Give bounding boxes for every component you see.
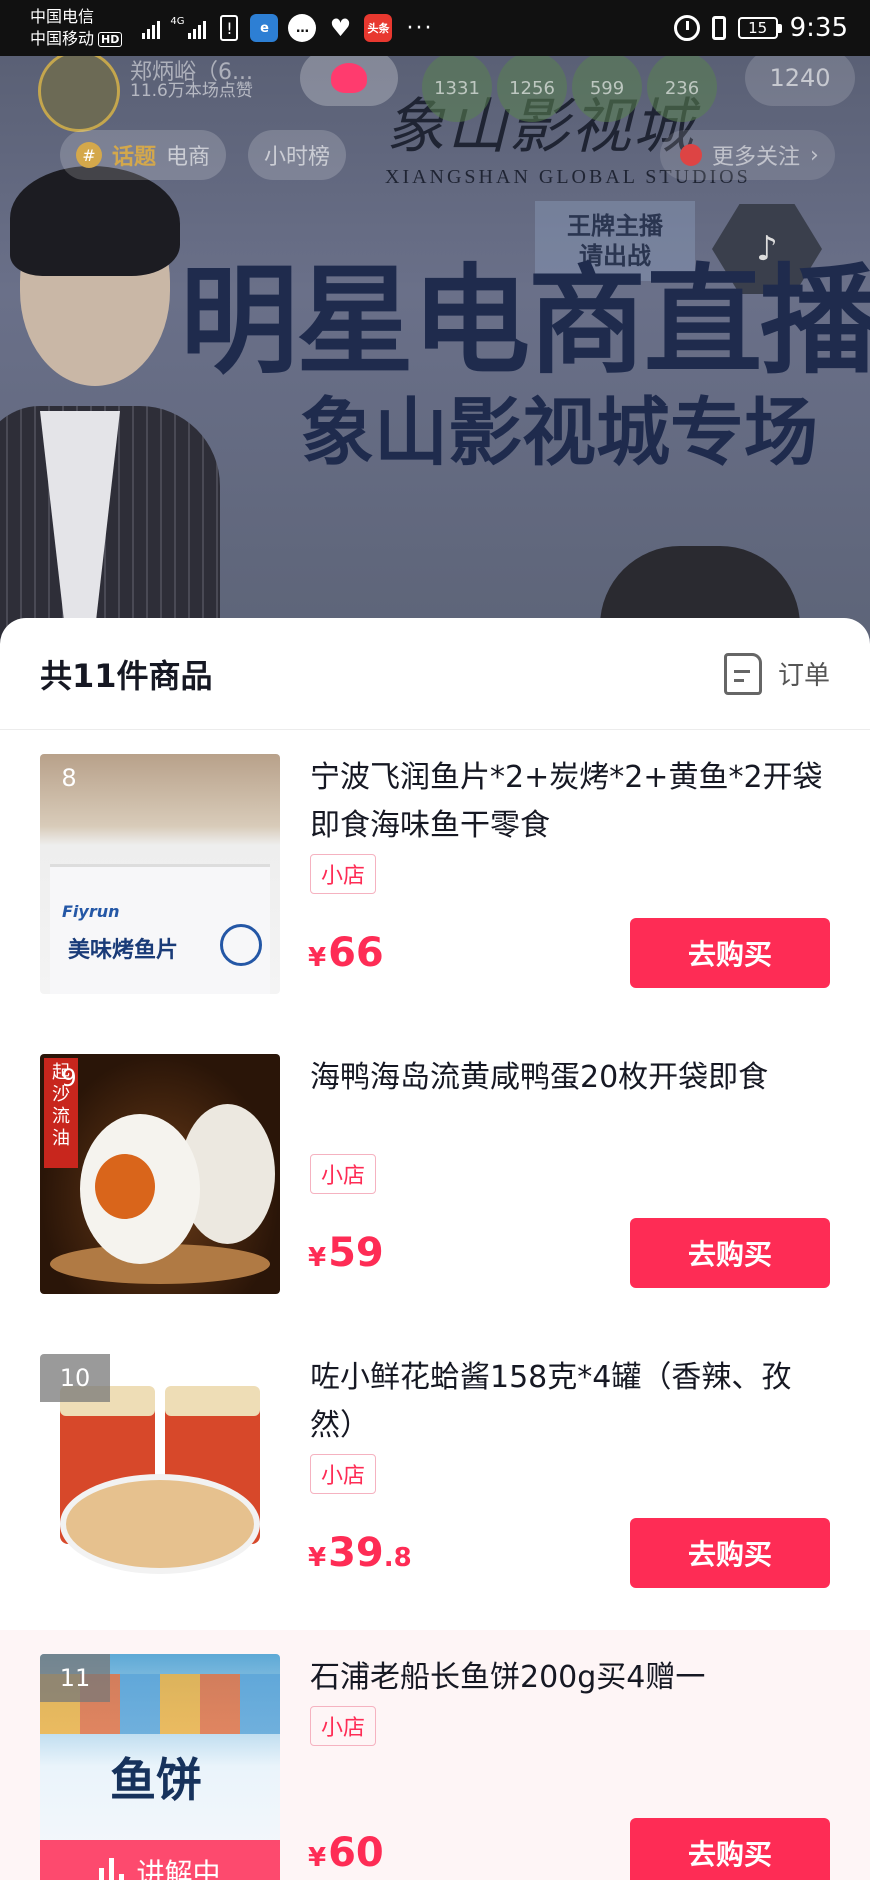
orders-label: 订单: [777, 661, 830, 691]
hash-icon: #: [76, 142, 102, 168]
product-list-sheet: 共11件商品 订单 Fiyrun 美味烤鱼片 8 宁波飞润鱼片*2+炭烤*2+黄…: [0, 618, 870, 1880]
vibrate-icon: [711, 16, 726, 40]
online-count[interactable]: 1240: [745, 56, 855, 106]
more-follow-button[interactable]: 更多关注 ›: [660, 130, 835, 180]
product-item-live[interactable]: 鱼饼 11 讲解中 石浦老船长鱼饼200g买4赠一 小店 ¥ 60 去购买: [0, 1630, 870, 1880]
explaining-badge: 讲解中: [40, 1840, 280, 1880]
clock: 9:35: [789, 13, 848, 43]
product-name[interactable]: 海鸭海岛流黄咸鸭蛋20枚开袋即食: [310, 1054, 830, 1102]
product-image[interactable]: 鱼饼 11 讲解中: [40, 1654, 280, 1880]
streamer-video: [0, 156, 220, 646]
network-type: 4G: [170, 16, 185, 27]
sheet-header: 共11件商品 订单: [0, 618, 870, 730]
currency-symbol: ¥: [308, 1843, 327, 1873]
stream-subheadline: 象山影视城专场: [300, 390, 818, 476]
follow-button[interactable]: [300, 56, 398, 106]
heart-icon: [331, 63, 367, 93]
more-follow-label: 更多关注: [712, 145, 801, 170]
topic-label: 话题: [112, 145, 157, 170]
product-price: ¥ 59: [308, 1230, 384, 1276]
message-icon: …: [288, 14, 317, 42]
carrier-2-row: 中国移动 HD: [30, 28, 123, 50]
more-notifications-icon: ···: [406, 15, 434, 41]
hd-badge: HD: [98, 31, 123, 47]
product-image[interactable]: Fiyrun 美味烤鱼片 8: [40, 754, 280, 994]
price-value: 60: [328, 1830, 384, 1876]
product-index: 9: [61, 1064, 77, 1092]
status-right: 15 9:35: [673, 13, 848, 43]
currency-symbol: ¥: [308, 1243, 327, 1273]
currency-symbol: ¥: [308, 1543, 327, 1573]
price-value: 59: [328, 1230, 384, 1276]
product-name[interactable]: 咗小鲜花蛤酱158克*4罐（香辣、孜然）: [310, 1354, 830, 1450]
status-bar: 中国电信 中国移动 HD 4G ! e … ♥ 头条 ··· 15 9:35: [0, 0, 870, 56]
product-item[interactable]: Fiyrun 美味烤鱼片 8 宁波飞润鱼片*2+炭烤*2+黄鱼*2开袋即食海味鱼…: [0, 730, 870, 1030]
product-image[interactable]: 10: [40, 1354, 280, 1594]
price-decimal: .8: [383, 1543, 412, 1573]
viewer-score: 1256: [509, 78, 555, 99]
topic-text: 电商: [166, 145, 211, 170]
price-value: 66: [328, 930, 384, 976]
live-top-bar: 郑炳峪（6... 11.6万本场点赞 1331 1256 599 236 124…: [30, 56, 870, 180]
product-image[interactable]: 起沙流油 9: [40, 1054, 280, 1294]
currency-symbol: ¥: [308, 943, 327, 973]
certification-icon: [220, 924, 262, 966]
product-name[interactable]: 石浦老船长鱼饼200g买4赠一: [310, 1654, 830, 1702]
price-value: 39: [328, 1530, 384, 1576]
carrier-2: 中国移动: [30, 29, 95, 48]
order-icon: [723, 652, 762, 695]
product-price: ¥ 60: [308, 1830, 384, 1876]
topic-tag[interactable]: # 话题 电商: [60, 130, 227, 180]
buy-button[interactable]: 去购买: [630, 1818, 830, 1880]
explaining-label: 讲解中: [136, 1857, 221, 1880]
news-icon: 头条: [364, 14, 393, 42]
browser-icon: e: [250, 14, 279, 42]
alarm-icon: [673, 15, 700, 41]
signal-2-icon: 4G: [170, 16, 207, 39]
shop-tag: 小店: [310, 1454, 377, 1494]
buy-button[interactable]: 去购买: [630, 1518, 830, 1588]
viewer-score: 599: [589, 78, 625, 99]
product-index: 8: [61, 764, 77, 792]
live-dot-icon: [680, 144, 702, 166]
thumb-brand: Fiyrun: [62, 902, 120, 921]
live-stream-view[interactable]: 象山影视城 XIANGSHAN GLOBAL STUDIOS 王牌主播 请出战 …: [0, 56, 870, 646]
product-count-title: 共11件商品: [40, 656, 213, 695]
shop-tag: 小店: [310, 1154, 377, 1194]
health-icon: ♥: [329, 14, 352, 42]
thumb-label: 美味烤鱼片: [68, 938, 179, 963]
thumb-label: 鱼饼: [110, 1753, 202, 1807]
battery-icon: 15: [737, 17, 782, 39]
product-name[interactable]: 宁波飞润鱼片*2+炭烤*2+黄鱼*2开袋即食海味鱼干零食: [310, 754, 830, 850]
product-index: 10: [40, 1354, 110, 1402]
chevron-right-icon: ›: [810, 142, 819, 168]
product-price: ¥ 39 .8: [308, 1530, 412, 1576]
shop-tag: 小店: [310, 854, 377, 894]
stream-headline: 明星电商直播: [180, 252, 870, 390]
buy-button[interactable]: 去购买: [630, 1218, 830, 1288]
product-item[interactable]: 10 咗小鲜花蛤酱158克*4罐（香辣、孜然） 小店 ¥ 39 .8 去购买: [0, 1330, 870, 1630]
hourly-rank-label: 小时榜: [264, 145, 331, 170]
signal-1-icon: [142, 17, 161, 39]
buy-button[interactable]: 去购买: [630, 918, 830, 988]
viewer-score: 1331: [434, 78, 480, 99]
carrier-info: 中国电信 中国移动 HD: [30, 6, 123, 50]
alert-icon: !: [220, 15, 239, 41]
hourly-rank-tag[interactable]: 小时榜: [248, 130, 347, 180]
product-price: ¥ 66: [308, 930, 384, 976]
anchor-avatar[interactable]: [38, 56, 120, 132]
viewer-score: 236: [664, 78, 700, 99]
signal-icons: 4G: [142, 16, 207, 39]
product-index: 11: [40, 1654, 110, 1702]
ace-line-1: 王牌主播: [567, 212, 663, 240]
product-item[interactable]: 起沙流油 9 海鸭海岛流黄咸鸭蛋20枚开袋即食 小店 ¥ 59 去购买: [0, 1030, 870, 1330]
anchor-likes: 11.6万本场点赞: [130, 81, 253, 101]
carrier-1: 中国电信: [30, 7, 95, 26]
orders-button[interactable]: 订单: [723, 652, 830, 695]
sound-wave-icon: [99, 1856, 125, 1880]
shop-tag: 小店: [310, 1706, 377, 1746]
